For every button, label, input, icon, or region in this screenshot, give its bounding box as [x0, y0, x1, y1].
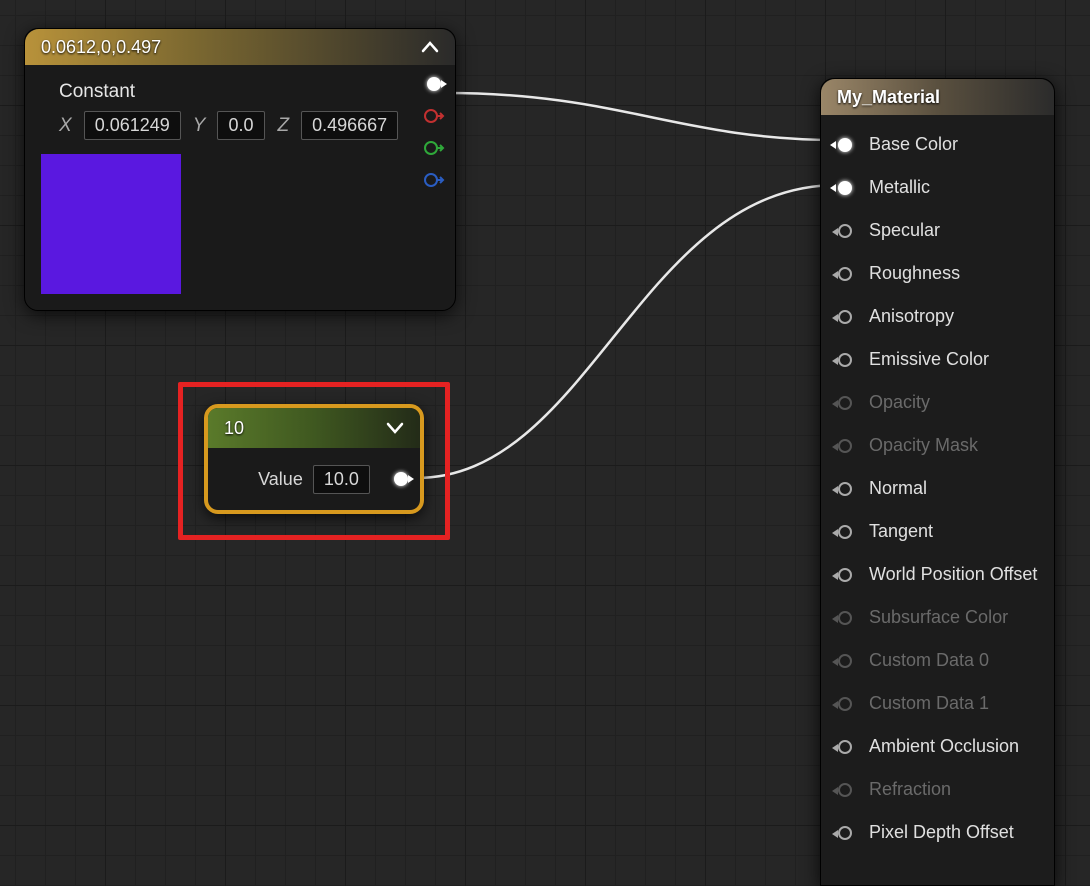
input-pin[interactable]	[835, 264, 855, 284]
material-input-refraction[interactable]: Refraction	[821, 768, 1054, 811]
color-swatch[interactable]	[41, 154, 181, 294]
input-label: Subsurface Color	[869, 607, 1008, 628]
node-header[interactable]: My_Material	[821, 79, 1054, 115]
constant3vector-node[interactable]: 0.0612,0,0.497 Constant X 0.061249 Y 0.0…	[24, 28, 456, 311]
collapse-icon[interactable]	[421, 41, 439, 53]
input-label: Refraction	[869, 779, 951, 800]
material-input-tangent[interactable]: Tangent	[821, 510, 1054, 553]
input-label: Ambient Occlusion	[869, 736, 1019, 757]
constant-scalar-node[interactable]: 10 Value 10.0	[204, 404, 424, 514]
material-input-opacity[interactable]: Opacity	[821, 381, 1054, 424]
input-pin[interactable]	[835, 608, 855, 628]
output-pin-g[interactable]	[423, 139, 445, 157]
y-input[interactable]: 0.0	[217, 111, 265, 140]
material-input-list: Base Color Metallic Specular Roughness Aniso…	[821, 115, 1054, 862]
input-label: Custom Data 0	[869, 650, 989, 671]
input-pin[interactable]	[835, 651, 855, 671]
z-input[interactable]: 0.496667	[301, 111, 398, 140]
material-input-roughness[interactable]: Roughness	[821, 252, 1054, 295]
constant-label: Constant	[59, 81, 439, 103]
material-result-node[interactable]: My_Material Base Color Metallic Specular Ro…	[820, 78, 1055, 886]
input-label: Emissive Color	[869, 349, 989, 370]
input-pin[interactable]	[835, 135, 855, 155]
material-input-opacity-mask[interactable]: Opacity Mask	[821, 424, 1054, 467]
material-input-custom-data-0[interactable]: Custom Data 0	[821, 639, 1054, 682]
material-input-specular[interactable]: Specular	[821, 209, 1054, 252]
input-pin[interactable]	[835, 178, 855, 198]
x-axis-label: X	[59, 115, 72, 137]
input-pin[interactable]	[835, 565, 855, 585]
input-label: Tangent	[869, 521, 933, 542]
input-pin[interactable]	[835, 350, 855, 370]
input-label: Anisotropy	[869, 306, 954, 327]
input-pin[interactable]	[835, 522, 855, 542]
material-input-anisotropy[interactable]: Anisotropy	[821, 295, 1054, 338]
material-input-ambient-occlusion[interactable]: Ambient Occlusion	[821, 725, 1054, 768]
input-label: World Position Offset	[869, 564, 1037, 585]
input-label: Metallic	[869, 177, 930, 198]
value-input[interactable]: 10.0	[313, 465, 370, 494]
output-pin-rgb[interactable]	[423, 75, 445, 93]
input-label: Opacity	[869, 392, 930, 413]
material-input-subsurface-color[interactable]: Subsurface Color	[821, 596, 1054, 639]
expand-icon[interactable]	[386, 422, 404, 434]
output-pin-b[interactable]	[423, 171, 445, 189]
node-title: My_Material	[837, 87, 940, 108]
input-label: Normal	[869, 478, 927, 499]
node-title: 10	[224, 418, 244, 439]
output-pin[interactable]	[390, 470, 412, 488]
material-input-emissive-color[interactable]: Emissive Color	[821, 338, 1054, 381]
input-pin[interactable]	[835, 479, 855, 499]
material-input-pixel-depth-offset[interactable]: Pixel Depth Offset	[821, 811, 1054, 854]
material-input-world-position-offset[interactable]: World Position Offset	[821, 553, 1054, 596]
y-axis-label: Y	[193, 115, 206, 137]
output-pin-r[interactable]	[423, 107, 445, 125]
input-pin[interactable]	[835, 737, 855, 757]
input-label: Pixel Depth Offset	[869, 822, 1014, 843]
input-pin[interactable]	[835, 780, 855, 800]
input-label: Base Color	[869, 134, 958, 155]
input-pin[interactable]	[835, 694, 855, 714]
value-label: Value	[258, 469, 303, 490]
node-header[interactable]: 10	[208, 408, 420, 448]
node-title: 0.0612,0,0.497	[41, 37, 161, 58]
x-input[interactable]: 0.061249	[84, 111, 181, 140]
node-header[interactable]: 0.0612,0,0.497	[25, 29, 455, 65]
input-label: Opacity Mask	[869, 435, 978, 456]
input-pin[interactable]	[835, 307, 855, 327]
input-pin[interactable]	[835, 393, 855, 413]
input-pin[interactable]	[835, 221, 855, 241]
input-label: Custom Data 1	[869, 693, 989, 714]
input-pin[interactable]	[835, 436, 855, 456]
input-label: Specular	[869, 220, 940, 241]
material-input-base-color[interactable]: Base Color	[821, 123, 1054, 166]
input-label: Roughness	[869, 263, 960, 284]
material-input-metallic[interactable]: Metallic	[821, 166, 1054, 209]
z-axis-label: Z	[277, 115, 289, 137]
input-pin[interactable]	[835, 823, 855, 843]
material-input-custom-data-1[interactable]: Custom Data 1	[821, 682, 1054, 725]
material-input-normal[interactable]: Normal	[821, 467, 1054, 510]
